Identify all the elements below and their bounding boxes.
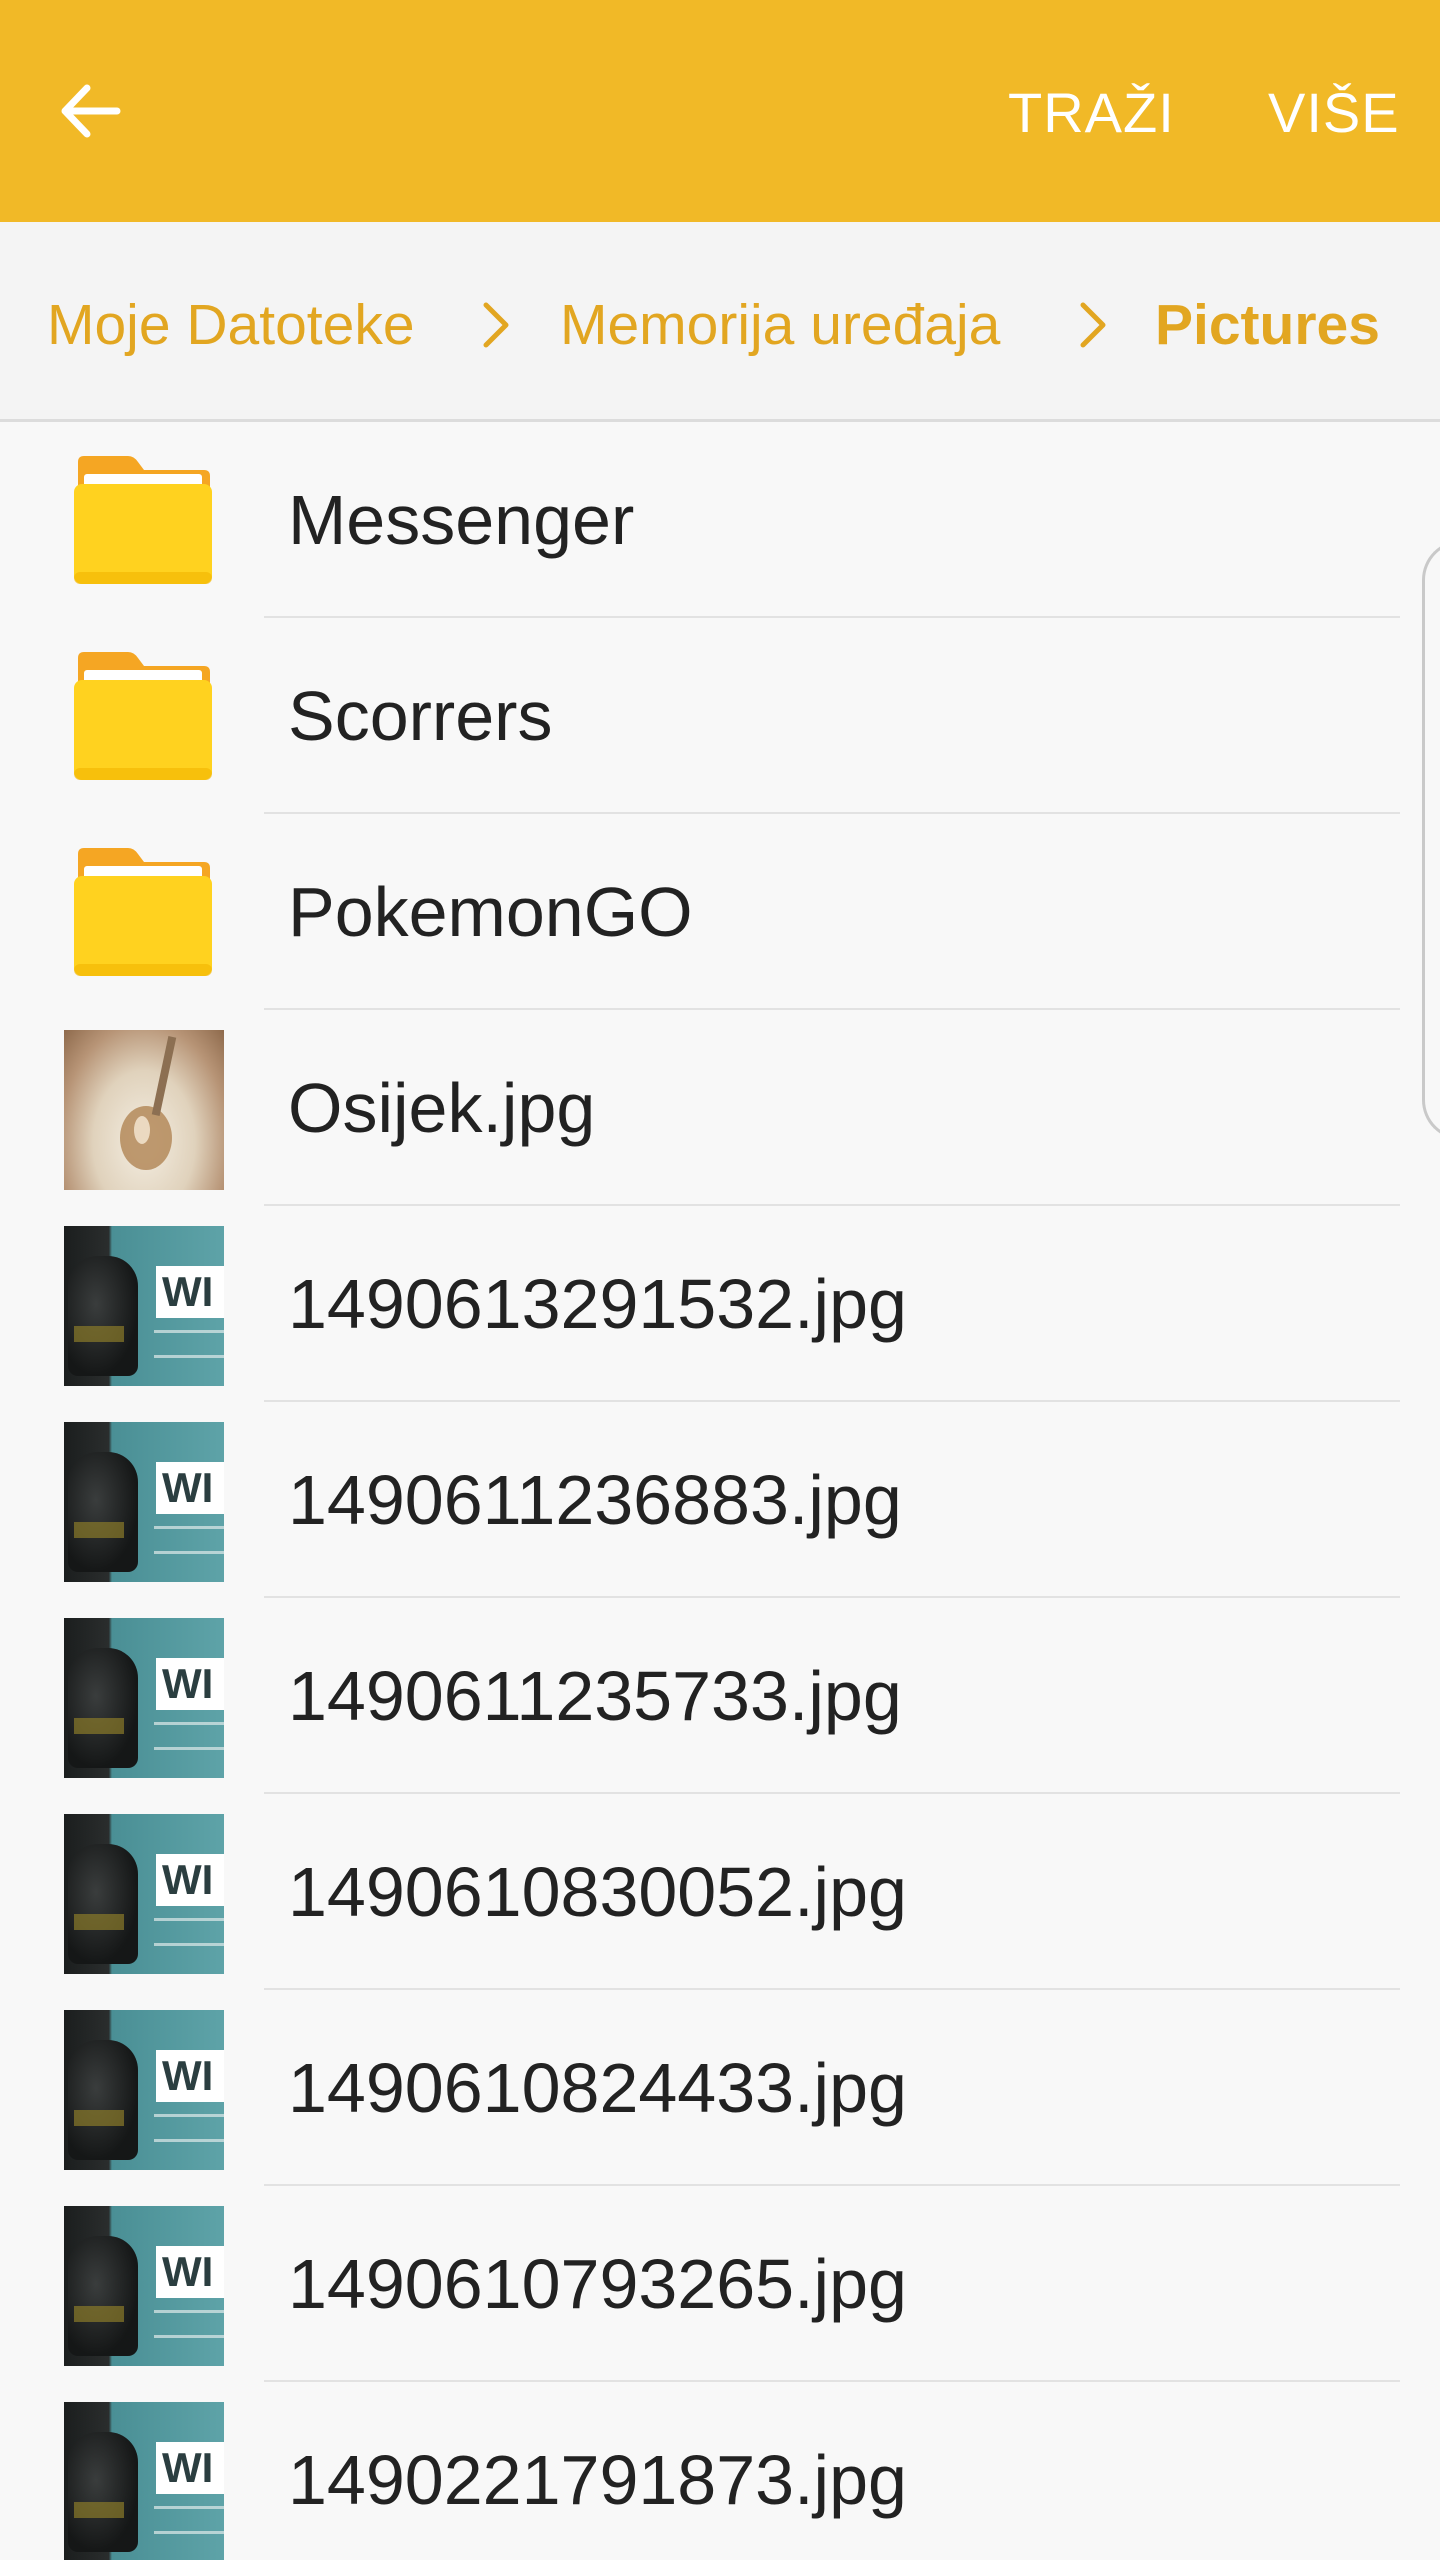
thumbnail-logo: WI: [156, 1266, 224, 1318]
scroll-handle[interactable]: [1422, 540, 1440, 1140]
folder-icon: [74, 848, 212, 976]
thumbnail-stripe: [74, 1326, 124, 1342]
file-row[interactable]: WI 1490611236883.jpg: [0, 1402, 1400, 1598]
image-thumbnail: WI: [64, 1618, 224, 1778]
thumbnail-text-lines: [154, 2114, 224, 2142]
file-row[interactable]: WI 1490613291532.jpg: [0, 1206, 1400, 1402]
file-name: Messenger: [288, 481, 635, 559]
spoon-image: [120, 1036, 177, 1170]
folder-row[interactable]: Scorrers: [0, 618, 1400, 814]
thumbnail-text-lines: [154, 2506, 224, 2534]
thumbnail-logo: WI: [156, 1462, 224, 1514]
file-name: 1490613291532.jpg: [288, 1265, 907, 1343]
image-thumbnail: WI: [64, 2010, 224, 2170]
thumbnail-figure: [68, 1844, 138, 1964]
image-thumbnail: WI: [64, 1814, 224, 1974]
thumbnail-stripe: [74, 2110, 124, 2126]
file-row[interactable]: WI 1490610824433.jpg: [0, 1990, 1400, 2186]
thumbnail-stripe: [74, 1914, 124, 1930]
file-name: PokemonGO: [288, 873, 693, 951]
file-row[interactable]: WI 1490610793265.jpg: [0, 2186, 1400, 2382]
arrow-left-icon: [61, 84, 121, 138]
image-thumbnail: WI: [64, 2206, 224, 2366]
file-name: Osijek.jpg: [288, 1069, 596, 1147]
image-thumbnail: WI: [64, 1422, 224, 1582]
file-name: 1490611235733.jpg: [288, 1657, 902, 1735]
file-row[interactable]: Osijek.jpg: [0, 1010, 1400, 1206]
image-thumbnail: WI: [64, 1226, 224, 1386]
breadcrumb: Moje Datoteke Memorija uređaja Pictures: [0, 222, 1440, 422]
thumbnail-stripe: [74, 2306, 124, 2322]
more-button[interactable]: VIŠE: [1268, 80, 1400, 146]
file-row[interactable]: WI 1490610830052.jpg: [0, 1794, 1400, 1990]
thumbnail-logo: WI: [156, 2246, 224, 2298]
chevron-right-icon: [1080, 302, 1106, 348]
file-list: Messenger Scorrers PokemonGO Osijek.jpg WI 14…: [0, 422, 1440, 2560]
file-name: 1490610830052.jpg: [288, 1853, 907, 1931]
thumbnail-figure: [68, 2040, 138, 2160]
thumbnail-figure: [68, 1256, 138, 1376]
thumbnail-figure: [68, 2432, 138, 2552]
thumbnail-figure: [68, 1452, 138, 1572]
thumbnail-stripe: [74, 1522, 124, 1538]
file-name: 1490221791873.jpg: [288, 2441, 907, 2519]
thumbnail-text-lines: [154, 1330, 224, 1358]
thumbnail-text-lines: [154, 2310, 224, 2338]
thumbnail-text-lines: [154, 1918, 224, 1946]
folder-row[interactable]: PokemonGO: [0, 814, 1400, 1010]
thumbnail-logo: WI: [156, 1854, 224, 1906]
thumbnail-logo: WI: [156, 2050, 224, 2102]
image-thumbnail: WI: [64, 2402, 224, 2560]
file-row[interactable]: WI 1490221791873.jpg: [0, 2382, 1400, 2560]
thumbnail-text-lines: [154, 1526, 224, 1554]
folder-icon: [74, 652, 212, 780]
search-button[interactable]: TRAŽI: [1008, 80, 1175, 146]
image-thumbnail: [64, 1030, 224, 1190]
breadcrumb-item-device-storage[interactable]: Memorija uređaja: [560, 290, 1000, 360]
breadcrumb-item-my-files[interactable]: Moje Datoteke: [47, 290, 415, 360]
breadcrumb-item-pictures[interactable]: Pictures: [1155, 290, 1380, 360]
folder-row[interactable]: Messenger: [0, 422, 1400, 618]
back-button[interactable]: [40, 61, 140, 161]
app-bar: TRAŽI VIŠE: [0, 0, 1440, 222]
file-row[interactable]: WI 1490611235733.jpg: [0, 1598, 1400, 1794]
file-name: 1490611236883.jpg: [288, 1461, 902, 1539]
thumbnail-text-lines: [154, 1722, 224, 1750]
thumbnail-logo: WI: [156, 2442, 224, 2494]
chevron-right-icon: [483, 302, 509, 348]
folder-icon: [74, 456, 212, 584]
file-name: 1490610793265.jpg: [288, 2245, 907, 2323]
thumbnail-stripe: [74, 2502, 124, 2518]
file-name: Scorrers: [288, 677, 553, 755]
thumbnail-figure: [68, 2236, 138, 2356]
thumbnail-stripe: [74, 1718, 124, 1734]
file-name: 1490610824433.jpg: [288, 2049, 907, 2127]
thumbnail-figure: [68, 1648, 138, 1768]
thumbnail-logo: WI: [156, 1658, 224, 1710]
